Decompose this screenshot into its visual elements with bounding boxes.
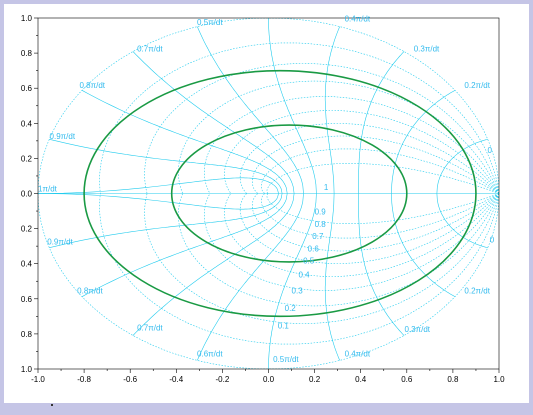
- damping-curve: [266, 193, 499, 224]
- damping-curve: [260, 148, 499, 194]
- frequency-label: 0.9π/dt: [50, 132, 76, 141]
- figure-window: -1.0 -0.8 -0.6 -0.4 -0.2 0.0 0.2 0.4 0.6 0.8 1.0 1.…: [4, 4, 529, 406]
- x-tick-label: -0.8: [77, 375, 91, 384]
- damping-label: 0.8: [315, 220, 327, 229]
- frequency-label: 0.4π/dt: [345, 15, 371, 24]
- damping-curve: [266, 163, 499, 194]
- frequency-curve: [38, 177, 279, 194]
- frequency-curve: [324, 193, 340, 361]
- y-tick-label: 0.8: [21, 330, 33, 339]
- damping-curve: [38, 193, 499, 369]
- frequency-label: 0.3π/dt: [404, 325, 430, 334]
- x-tick-label: 0.6: [401, 375, 413, 384]
- x-tick-label: 0.0: [263, 375, 275, 384]
- y-tick-label: 1.0: [21, 14, 33, 23]
- damping-label: 0.1: [278, 322, 290, 331]
- x-tick-label: 0.2: [309, 375, 321, 384]
- x-tick-label: 0.8: [447, 375, 459, 384]
- damping-label: 0.4: [298, 271, 310, 280]
- damping-curve: [178, 80, 499, 194]
- frequency-label: 0.7π/dt: [137, 323, 163, 332]
- frequency-label: 0.8π/dt: [79, 81, 105, 90]
- x-tick-label: 0.4: [355, 375, 367, 384]
- damping-label: 0: [490, 236, 495, 245]
- damping-curve: [260, 193, 499, 239]
- frequency-curve: [268, 193, 317, 369]
- frequency-curve: [324, 26, 340, 194]
- frequency-curve: [132, 51, 295, 194]
- frequency-curve: [38, 193, 279, 210]
- axes: -1.0 -0.8 -0.6 -0.4 -0.2 0.0 0.2 0.4 0.6 0.8 1.0 1.…: [21, 14, 505, 384]
- frequency-label: 0.6π/dt: [197, 350, 223, 359]
- frequency-label: 1π/dt: [38, 185, 58, 194]
- frequency-label: 0.3π/dt: [414, 44, 440, 53]
- frequency-curve: [358, 193, 405, 336]
- y-tick-label: 0.8: [21, 49, 33, 58]
- frequency-label: 0.9π/dt: [47, 237, 73, 246]
- frequency-label: 0.5π/dt: [273, 355, 299, 364]
- stray-dot: [51, 404, 53, 406]
- damping-label: 0: [487, 146, 492, 155]
- y-tick-label: 0.4: [21, 119, 33, 128]
- damping-label: 1: [324, 183, 329, 192]
- x-tick-label: -0.6: [123, 375, 137, 384]
- damping-label: 0.9: [315, 208, 327, 217]
- damping-curve: [178, 193, 499, 307]
- frequency-label: 0.8π/dt: [77, 287, 103, 296]
- frequency-label: 0.7π/dt: [137, 44, 163, 53]
- frequency-curve: [81, 90, 288, 194]
- frequency-label: 0.2π/dt: [464, 81, 490, 90]
- damping-label: 0.6: [308, 244, 320, 253]
- damping-label: 0.3: [292, 287, 304, 296]
- frequency-curve: [81, 193, 288, 297]
- zgrid-plot: -1.0 -0.8 -0.6 -0.4 -0.2 0.0 0.2 0.4 0.6 0.8 1.0 1.…: [21, 14, 505, 384]
- frequency-curve: [132, 193, 295, 336]
- y-tick-label: 0.6: [21, 84, 33, 93]
- frequency-curve: [268, 18, 317, 194]
- damping-curve: [204, 193, 499, 291]
- frequency-label: 0.5π/dt: [197, 18, 223, 27]
- damping-curve: [239, 193, 499, 264]
- y-tick-label: 0.2: [21, 225, 33, 234]
- damping-curve: [99, 193, 499, 345]
- x-tick-label: -0.2: [216, 375, 230, 384]
- x-tick-label: 1.0: [493, 375, 505, 384]
- damping-label: 0.5: [303, 257, 315, 266]
- frequency-curve: [358, 51, 405, 194]
- damping-curve: [239, 123, 499, 194]
- x-tick-label: -0.4: [169, 375, 183, 384]
- x-tick-label: -1.0: [31, 375, 45, 384]
- frequency-curve: [391, 90, 456, 194]
- frequency-curve: [197, 26, 304, 194]
- damping-curve: [204, 96, 499, 194]
- damping-curve: [99, 42, 499, 194]
- y-tick-label: 0.2: [21, 154, 33, 163]
- frequency-curve: [197, 193, 304, 361]
- y-tick-label: 0.0: [21, 190, 33, 199]
- damping-label: 0.2: [285, 304, 297, 313]
- damping-label: 0.7: [312, 232, 324, 241]
- grid-labels: 0.9 0.8 0.7 0.6 0.5 0.4 0.3 0.2 0.1 1 0 0 0.5π/dt 0.4…: [38, 15, 495, 364]
- frequency-label: 0.4π/dt: [345, 350, 371, 359]
- frequency-label: 0.2π/dt: [464, 287, 490, 296]
- y-tick-label: 1.0: [21, 365, 33, 374]
- frequency-curve: [391, 193, 456, 297]
- y-tick-label: 0.4: [21, 260, 33, 269]
- y-tick-label: 0.6: [21, 295, 33, 304]
